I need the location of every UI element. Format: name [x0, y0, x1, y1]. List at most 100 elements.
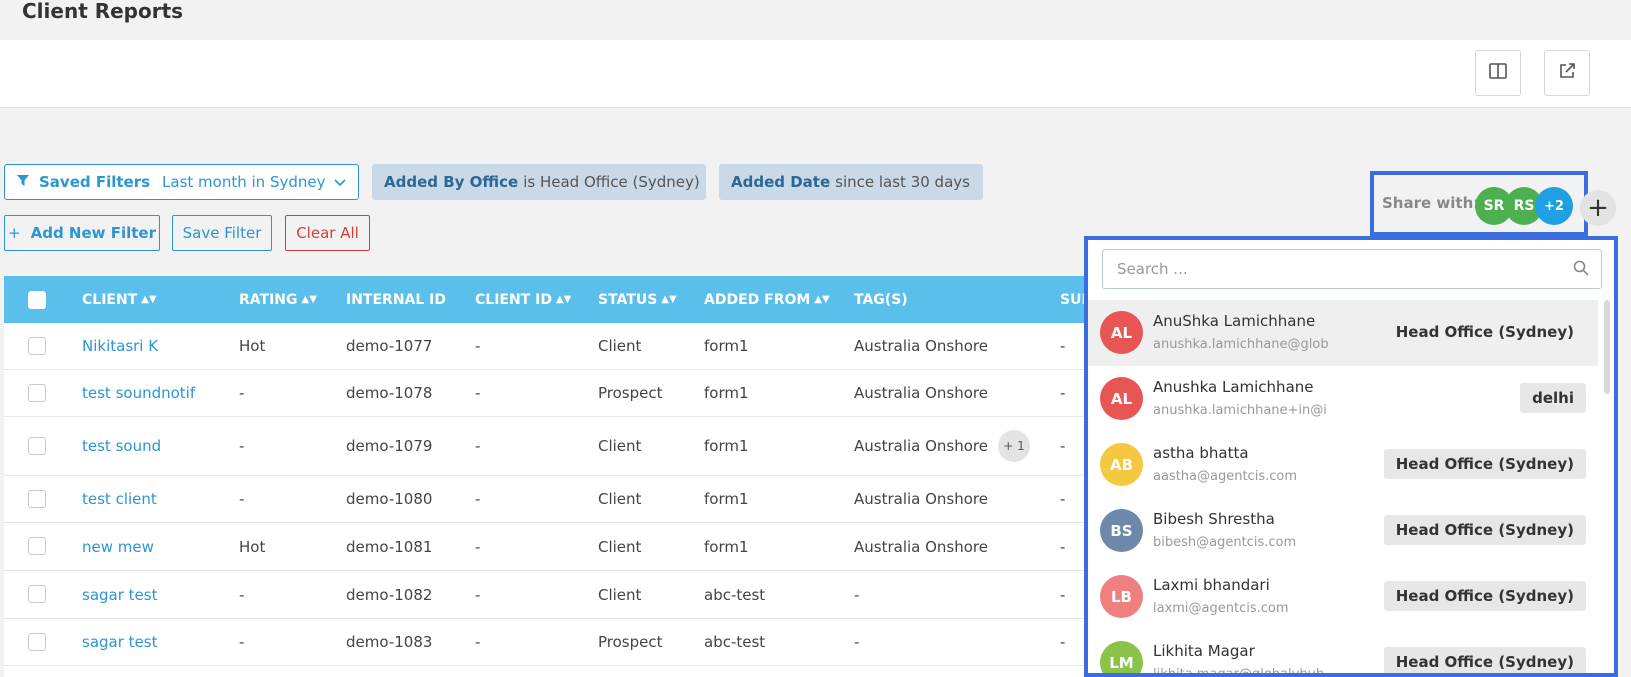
- user-option[interactable]: AL Anushka Lamichhane anushka.lamichhane…: [1088, 366, 1598, 432]
- column-header-added-from[interactable]: ADDED FROM ▲▼: [704, 276, 830, 323]
- sub-cell: -: [1060, 437, 1066, 455]
- share-with-label: Share with:: [1382, 194, 1480, 212]
- table-row[interactable]: test soundnotif - demo-1078 - Prospect f…: [4, 370, 1094, 417]
- row-checkbox[interactable]: [28, 585, 46, 603]
- user-option[interactable]: AL AnuShka Lamichhane anushka.lamichhane…: [1088, 300, 1598, 366]
- status-cell: Client: [598, 585, 642, 604]
- user-option[interactable]: AB astha bhatta aastha@agentcis.com Head…: [1088, 432, 1598, 498]
- clients-table: CLIENT ▲▼ RATING ▲▼ INTERNAL ID CLIENT ID ▲…: [4, 276, 1094, 677]
- client-link[interactable]: sagar test: [82, 571, 157, 618]
- dropdown-scrollbar[interactable]: [1604, 300, 1610, 394]
- client-link[interactable]: test client: [82, 476, 157, 522]
- client-link[interactable]: new mew: [82, 523, 154, 570]
- tags-cell: Australia Onshore: [854, 490, 988, 508]
- filter-chip-text: is Head Office (Sydney): [523, 173, 700, 191]
- user-option[interactable]: BS Bibesh Shrestha bibesh@agentcis.com H…: [1088, 498, 1598, 564]
- client-id-cell: -: [475, 384, 481, 402]
- internal-id-cell: demo-1079: [346, 437, 433, 455]
- more-tags-badge[interactable]: + 1: [998, 430, 1030, 462]
- tags-cell: Australia Onshore: [854, 337, 988, 355]
- sub-cell: -: [1060, 490, 1066, 508]
- tags-cell: Australia Onshore + 1: [854, 417, 1030, 475]
- user-search-input[interactable]: [1103, 250, 1601, 288]
- user-name: Anushka Lamichhane: [1153, 378, 1314, 396]
- table-row[interactable]: sagar test - demo-1082 - Client abc-test…: [4, 571, 1094, 619]
- user-office-badge: Head Office (Sydney): [1395, 323, 1574, 341]
- table-row[interactable]: Nikitasri K Hot demo-1077 - Client form1…: [4, 323, 1094, 370]
- row-checkbox[interactable]: [28, 490, 46, 508]
- column-header-internal-id[interactable]: INTERNAL ID: [346, 276, 446, 323]
- added-from-cell: form1: [704, 437, 749, 455]
- sort-icon: ▲▼: [141, 294, 157, 305]
- add-new-filter-button[interactable]: + Add New Filter: [4, 215, 160, 251]
- user-search-field[interactable]: [1102, 249, 1602, 289]
- user-office-badge: Head Office (Sydney): [1383, 449, 1586, 479]
- plus-icon: +: [8, 224, 21, 242]
- column-header-status[interactable]: STATUS ▲▼: [598, 276, 677, 323]
- table-header: CLIENT ▲▼ RATING ▲▼ INTERNAL ID CLIENT ID ▲…: [4, 276, 1094, 323]
- sort-icon: ▲▼: [301, 294, 317, 305]
- user-avatar: AL: [1100, 377, 1143, 420]
- column-header-client[interactable]: CLIENT ▲▼: [82, 276, 157, 323]
- client-link[interactable]: test soundnotif: [82, 370, 195, 416]
- search-icon: [1573, 260, 1589, 280]
- row-checkbox[interactable]: [28, 633, 46, 651]
- chevron-down-icon: [334, 173, 346, 191]
- tags-cell: -: [854, 585, 860, 604]
- column-header-rating[interactable]: RATING ▲▼: [239, 276, 317, 323]
- rating-cell: -: [239, 633, 245, 651]
- internal-id-cell: demo-1082: [346, 585, 433, 604]
- row-checkbox[interactable]: [28, 384, 46, 402]
- user-name: Likhita Magar: [1153, 642, 1255, 660]
- status-cell: Prospect: [598, 384, 663, 402]
- export-button[interactable]: [1544, 50, 1590, 96]
- added-from-cell: form1: [704, 490, 749, 508]
- row-checkbox[interactable]: [28, 437, 46, 455]
- share-with-panel: Share with: SR RS +2 +: [1370, 171, 1616, 236]
- add-share-button[interactable]: +: [1580, 190, 1616, 226]
- status-cell: Client: [598, 337, 642, 355]
- more-shared-users-badge[interactable]: +2: [1535, 187, 1573, 225]
- user-option[interactable]: LM Likhita Magar likhita.magar@globalvbu…: [1088, 630, 1598, 673]
- table-row[interactable]: new mew Hot demo-1081 - Client form1 Aus…: [4, 523, 1094, 571]
- row-checkbox[interactable]: [28, 337, 46, 355]
- user-option[interactable]: LB Laxmi bhandari laxmi@agentcis.com Hea…: [1088, 564, 1598, 630]
- internal-id-cell: demo-1080: [346, 490, 433, 508]
- saved-filters-dropdown[interactable]: Saved Filters Last month in Sydney offic…: [4, 164, 359, 200]
- user-email: bibesh@agentcis.com: [1153, 535, 1297, 550]
- save-filter-button[interactable]: Save Filter: [172, 215, 272, 251]
- user-email: laxmi@agentcis.com: [1153, 601, 1289, 616]
- row-checkbox[interactable]: [28, 537, 46, 555]
- column-header-tags[interactable]: TAG(S): [854, 276, 908, 323]
- client-link[interactable]: test sound: [82, 417, 161, 475]
- status-cell: Client: [598, 537, 642, 556]
- added-from-cell: form1: [704, 384, 749, 402]
- table-row[interactable]: sagar test - demo-1083 - Prospect abc-te…: [4, 619, 1094, 666]
- clear-all-button[interactable]: Clear All: [285, 215, 370, 251]
- filter-chip-key: Added Date: [731, 173, 831, 191]
- status-cell: Client: [598, 437, 642, 455]
- external-link-icon: [1558, 62, 1576, 84]
- filter-chip-date[interactable]: Added Date since last 30 days: [719, 164, 983, 200]
- user-name: AnuShka Lamichhane: [1153, 312, 1316, 330]
- rating-cell: Hot: [239, 337, 266, 355]
- column-header-client-id[interactable]: CLIENT ID ▲▼: [475, 276, 571, 323]
- user-avatar: LB: [1100, 575, 1143, 618]
- added-from-cell: form1: [704, 537, 749, 556]
- internal-id-cell: demo-1081: [346, 537, 433, 556]
- rating-cell: Hot: [239, 537, 266, 556]
- rating-cell: -: [239, 585, 245, 604]
- table-row[interactable]: test sound - demo-1079 - Client form1 Au…: [4, 417, 1094, 476]
- columns-button[interactable]: [1475, 50, 1521, 96]
- sub-cell: -: [1060, 384, 1066, 402]
- added-from-cell: form1: [704, 337, 749, 355]
- client-link[interactable]: sagar test: [82, 619, 157, 665]
- toolbar: [0, 40, 1631, 108]
- select-all-checkbox[interactable]: [28, 291, 46, 309]
- status-cell: Prospect: [598, 633, 663, 651]
- filter-chip-office[interactable]: Added By Office is Head Office (Sydney): [372, 164, 706, 200]
- rating-cell: -: [239, 384, 245, 402]
- user-office-badge: delhi: [1520, 383, 1586, 413]
- table-row[interactable]: test client - demo-1080 - Client form1 A…: [4, 476, 1094, 523]
- client-link[interactable]: Nikitasri K: [82, 323, 158, 369]
